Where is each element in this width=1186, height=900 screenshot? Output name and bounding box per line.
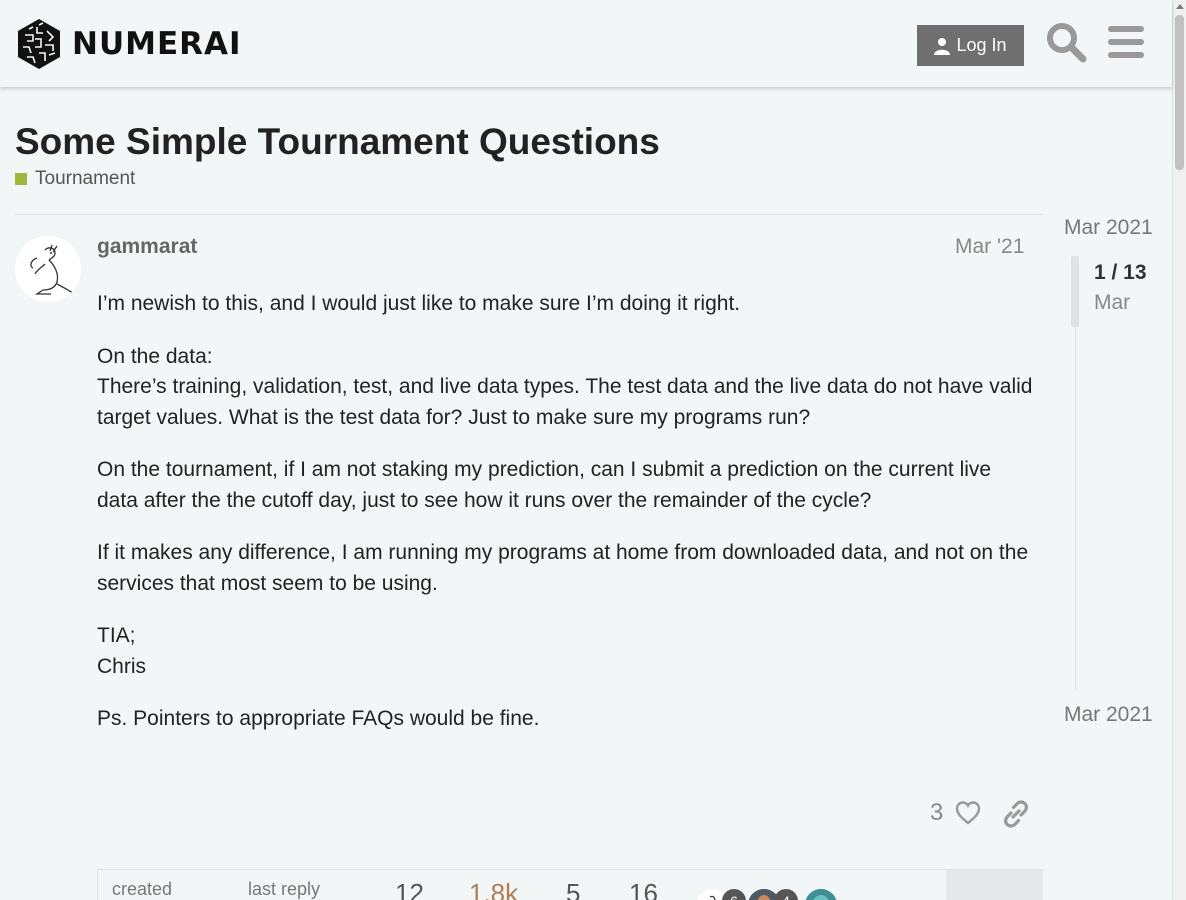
post-paragraph: TIA; Chris <box>97 624 147 678</box>
timeline-current-month: Mar <box>1094 291 1131 314</box>
numerai-logo-icon <box>18 19 60 69</box>
topic-map-expand-button[interactable] <box>946 870 1043 900</box>
post-date[interactable]: Mar '21 <box>955 235 1024 259</box>
post-body: I’m newish to this, and I would just lik… <box>97 289 1037 757</box>
created-label: created <box>112 879 173 899</box>
page-scrollbar[interactable] <box>1172 0 1186 900</box>
kangaroo-avatar-icon <box>15 236 81 302</box>
topic-map: created last reply 12 1.8k 5 16 6 4 <box>97 869 1043 900</box>
post-username[interactable]: gammarat <box>97 235 197 259</box>
title-divider <box>15 214 1043 215</box>
views-count: 1.8k <box>469 878 519 900</box>
replies-count: 12 <box>395 878 424 900</box>
log-in-button[interactable]: Log In <box>917 25 1024 66</box>
search-icon <box>1047 23 1087 63</box>
category-badge[interactable]: Tournament <box>15 168 135 190</box>
timeline-start-date[interactable]: Mar 2021 <box>1064 216 1153 240</box>
post-paragraph: On the data: There’s training, validatio… <box>97 344 1033 429</box>
user-avatar[interactable] <box>15 236 81 302</box>
users-count: 5 <box>566 878 581 900</box>
likes-count: 16 <box>629 878 658 900</box>
link-icon <box>1003 800 1029 828</box>
participant-post-count: 4 <box>774 889 798 900</box>
timeline-end-date[interactable]: Mar 2021 <box>1064 703 1153 727</box>
brand-name: NUMERAI <box>72 26 242 62</box>
log-in-label: Log In <box>956 35 1007 55</box>
category-color-swatch <box>15 173 27 185</box>
topic-title[interactable]: Some Simple Tournament Questions <box>15 121 660 163</box>
like-button[interactable] <box>954 799 982 827</box>
search-button[interactable] <box>1044 20 1088 64</box>
timeline-scroll-handle[interactable] <box>1071 256 1079 327</box>
scrollbar-thumb[interactable] <box>1175 15 1184 170</box>
category-name: Tournament <box>35 168 136 189</box>
share-link-button[interactable] <box>1001 799 1031 829</box>
site-logo[interactable]: NUMERAI <box>15 17 242 71</box>
site-header: NUMERAI Log In <box>0 0 1172 87</box>
post-paragraph: On the tournament, if I am not staking m… <box>97 458 992 512</box>
hamburger-menu-button[interactable] <box>1106 22 1146 62</box>
participant-post-count: 6 <box>722 889 746 900</box>
user-icon <box>934 37 951 55</box>
profile-photo-icon <box>805 889 837 900</box>
heart-icon <box>955 801 981 825</box>
scroll-up-arrow-icon[interactable] <box>1176 4 1184 9</box>
like-count[interactable]: 3 <box>930 799 943 827</box>
last-reply-label: last reply <box>248 879 321 899</box>
post-paragraph: I’m newish to this, and I would just lik… <box>97 292 741 315</box>
participant-avatar[interactable] <box>805 889 837 900</box>
hamburger-menu-icon <box>1108 26 1144 58</box>
timeline-post-counter: 1 / 13 <box>1094 261 1147 284</box>
post-paragraph: If it makes any difference, I am running… <box>97 541 1029 595</box>
post-paragraph: Ps. Pointers to appropriate FAQs would b… <box>97 707 540 730</box>
